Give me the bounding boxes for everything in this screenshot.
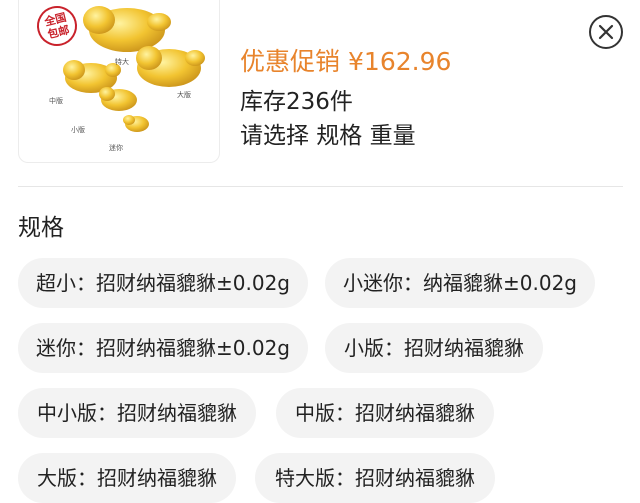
spec-option-extra-large[interactable]: 特大版：招财纳福貔貅 [255, 453, 495, 503]
spec-option-medium-small[interactable]: 中小版：招财纳福貔貅 [18, 388, 256, 438]
spec-option-small-mini[interactable]: 小迷你：纳福貔貅±0.02g [325, 258, 595, 308]
size-tag-mini: 迷你 [109, 144, 123, 152]
stock-count: 库存236件 [240, 89, 353, 115]
selection-prompt: 请选择 规格 重量 [240, 123, 416, 149]
size-tag-medium: 中版 [49, 97, 63, 105]
spec-option-medium[interactable]: 中版：招财纳福貔貅 [276, 388, 494, 438]
promo-label: 优惠促销 [240, 47, 341, 76]
price-value: ¥162.96 [348, 47, 452, 76]
spec-option-large[interactable]: 大版：招财纳福貔貅 [18, 453, 236, 503]
close-button[interactable] [589, 15, 623, 49]
size-tag-xl: 特大 [115, 58, 129, 66]
spec-section-title: 规格 [18, 215, 64, 241]
product-thumbnail[interactable]: 全国 包邮 特大 大版 中版 小版 迷你 [18, 0, 220, 163]
spec-option-small[interactable]: 小版：招财纳福貔貅 [325, 323, 543, 373]
size-tag-small: 小版 [71, 126, 85, 134]
divider [18, 186, 623, 187]
price-line: 优惠促销 ¥162.96 [240, 42, 451, 78]
spec-option-extra-small[interactable]: 超小：招财纳福貔貅±0.02g [18, 258, 308, 308]
size-tag-large: 大版 [177, 91, 191, 99]
close-icon [598, 24, 614, 40]
pixiu-figurines-image [63, 6, 205, 132]
spec-option-mini[interactable]: 迷你：招财纳福貔貅±0.02g [18, 323, 308, 373]
